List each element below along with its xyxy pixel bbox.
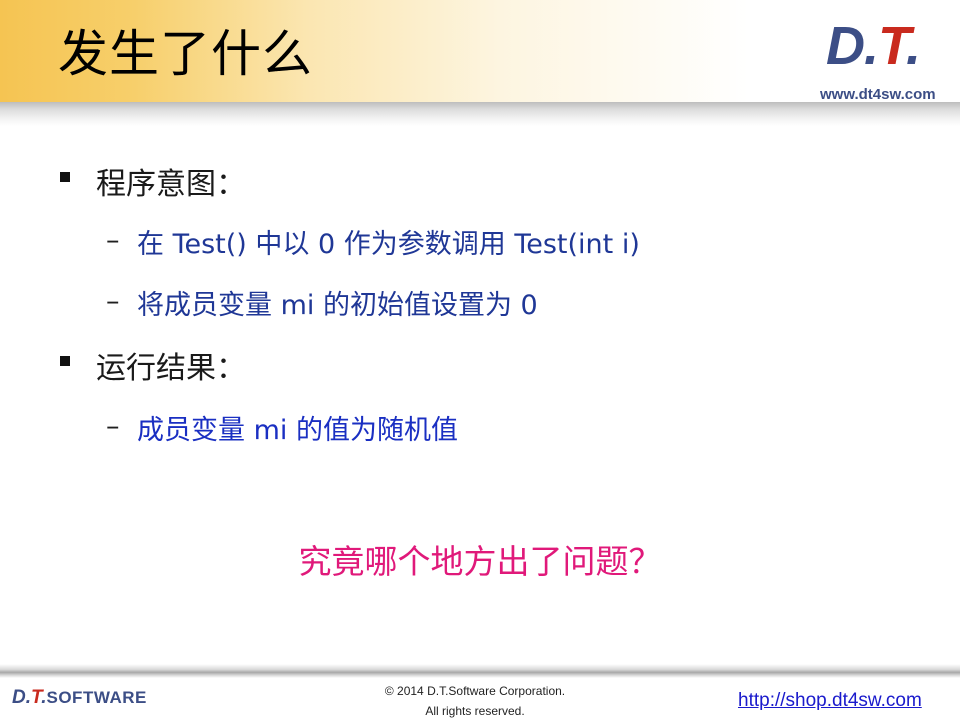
- dt-logo-d: D: [826, 16, 865, 76]
- dt-logo-dot2: .: [906, 16, 921, 76]
- copyright-line1: © 2014 D.T.Software Corporation.: [384, 684, 566, 698]
- footer-logo-t: T: [31, 687, 42, 708]
- slide-title: 发生了什么: [58, 25, 313, 83]
- sub-bullet-random-value: 成员变量 mi 的值为随机值: [137, 415, 458, 446]
- footer-divider: [0, 664, 960, 678]
- dt-logo-t: T: [878, 16, 907, 76]
- dt-logo: D.T.: [826, 16, 950, 76]
- footer-logo-d: D: [12, 687, 26, 708]
- dash-icon: –: [106, 411, 120, 442]
- question-text: 究竟哪个地方出了问题？: [298, 542, 662, 581]
- bullet-program-intent: 程序意图：: [96, 167, 246, 202]
- dt-logo-mark: D.T.: [826, 16, 921, 76]
- header-shadow: [0, 102, 960, 126]
- footer-logo-software: SOFTWARE: [46, 688, 147, 707]
- bullet-run-result: 运行结果：: [96, 351, 246, 386]
- shop-link[interactable]: http://shop.dt4sw.com: [738, 690, 922, 712]
- sub-bullet-call-test: 在 Test() 中以 0 作为参数调用 Test(int i): [137, 229, 640, 260]
- footer-dt-logo: D.T.SOFTWARE: [12, 687, 147, 709]
- sub-bullet-set-mi: 将成员变量 mi 的初始值设置为 0: [137, 290, 538, 321]
- dash-icon: –: [106, 286, 120, 317]
- bullet-square-icon: [60, 172, 70, 182]
- dt-logo-dot1: .: [864, 16, 879, 76]
- slide-header: 发生了什么: [0, 0, 960, 128]
- dash-icon: –: [106, 225, 120, 256]
- copyright-line2: All rights reserved.: [425, 704, 525, 718]
- bullet-square-icon: [60, 356, 70, 366]
- copyright-notice: © 2014 D.T.Software Corporation. All rig…: [340, 681, 610, 721]
- site-url: www.dt4sw.com: [820, 86, 936, 103]
